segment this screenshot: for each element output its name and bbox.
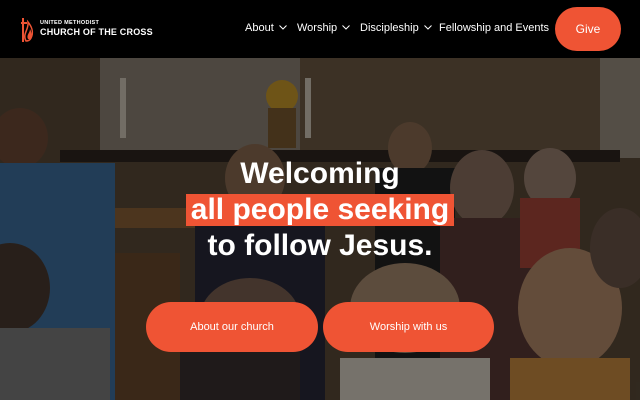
logo-church-name: CHURCH OF THE CROSS [40, 27, 153, 37]
site-header: UNITED METHODIST CHURCH OF THE CROSS Abo… [0, 0, 640, 58]
about-church-button[interactable]: About our church [146, 302, 318, 352]
nav-item-label: Discipleship [360, 22, 419, 34]
nav-item-fellowship-events[interactable]: Fellowship and Events [439, 22, 549, 34]
nav-item-worship[interactable]: Worship [297, 22, 351, 34]
chevron-down-icon [278, 25, 287, 30]
cross-flame-logo-icon [21, 18, 34, 42]
nav-item-discipleship[interactable]: Discipleship [360, 22, 432, 34]
nav-item-about[interactable]: About [245, 22, 287, 34]
church-logo[interactable]: UNITED METHODIST CHURCH OF THE CROSS [20, 14, 153, 44]
hero-section: Welcoming all people seeking to follow J… [0, 58, 640, 400]
nav-item-label: Worship [297, 22, 338, 34]
give-button[interactable]: Give [555, 7, 621, 51]
logo-denomination-text: UNITED METHODIST [40, 20, 100, 26]
nav-item-label: About [245, 22, 274, 34]
nav-item-label: Fellowship and Events [439, 22, 550, 34]
headline-line-3: to follow Jesus. [207, 229, 433, 262]
hero-headline: Welcoming all people seeking to follow J… [0, 156, 640, 264]
chevron-down-icon [423, 25, 432, 30]
worship-with-us-button[interactable]: Worship with us [323, 302, 494, 352]
chevron-down-icon [342, 25, 351, 30]
headline-line-1: Welcoming [240, 157, 400, 190]
headline-highlight: all people seeking [185, 194, 455, 226]
